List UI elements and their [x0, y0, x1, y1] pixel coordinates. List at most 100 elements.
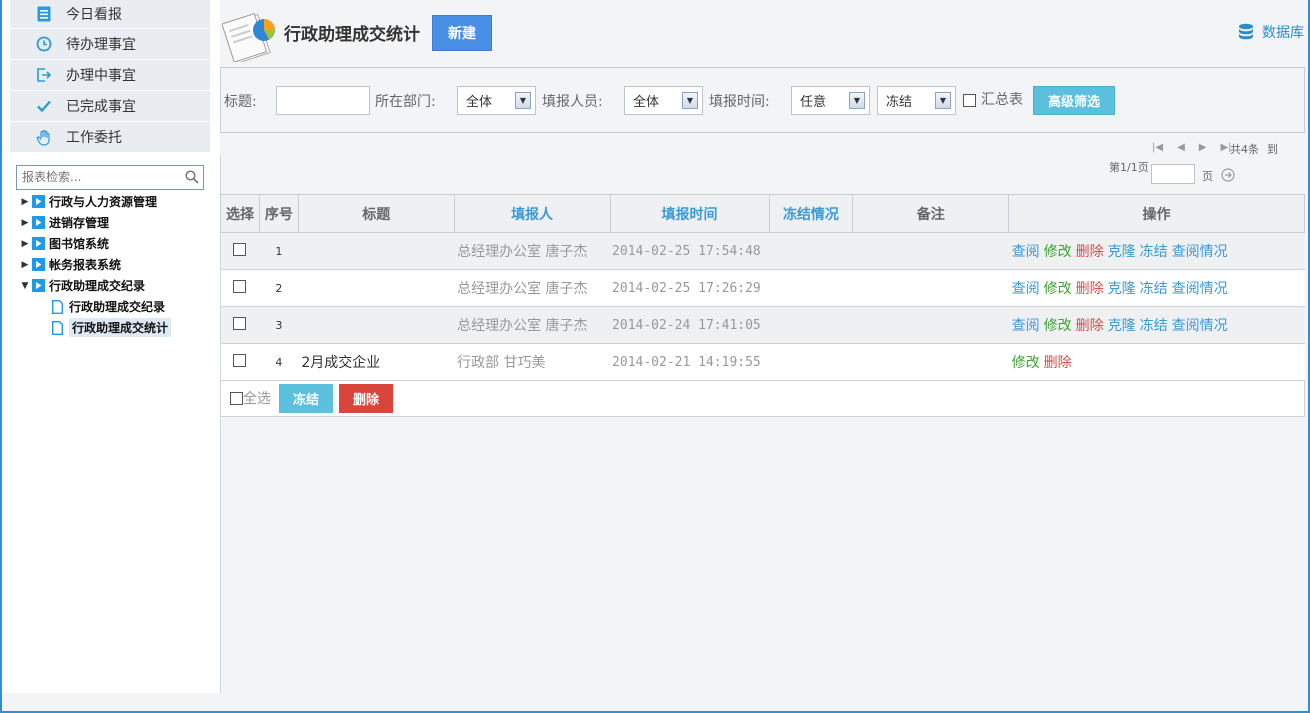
dept-select[interactable]: 全体 ▼	[457, 86, 536, 115]
dept-select-value: 全体	[466, 95, 493, 110]
hand-icon	[30, 129, 58, 146]
list-icon	[30, 6, 58, 22]
select-all[interactable]: 全选	[230, 388, 271, 408]
col-header-title: 标题	[297, 194, 455, 233]
freeze-select-value: 冻结	[886, 95, 913, 110]
clone-link[interactable]: 克隆	[1108, 281, 1136, 297]
row-checkbox[interactable]	[233, 353, 247, 367]
menu-item-label: 办理中事宜	[66, 68, 136, 84]
report-search-input[interactable]	[17, 166, 177, 188]
report-folder-icon	[32, 237, 45, 250]
edit-link[interactable]: 修改	[1012, 355, 1040, 371]
reporter-select[interactable]: 全体 ▼	[624, 86, 703, 115]
row-freeze	[769, 306, 853, 344]
time-select[interactable]: 任意 ▼	[791, 86, 870, 115]
bulk-freeze-button[interactable]: 冻结	[279, 384, 333, 413]
delete-link[interactable]: 删除	[1076, 318, 1104, 334]
row-checkbox[interactable]	[233, 279, 247, 293]
select-all-label: 全选	[243, 391, 271, 407]
col-header-time[interactable]: 填报时间	[609, 194, 770, 233]
row-time: 2014-02-25 17:26:29	[610, 269, 770, 307]
clone-link[interactable]: 克隆	[1108, 244, 1136, 260]
next-page-icon[interactable]: ▶	[1199, 142, 1207, 153]
row-checkbox[interactable]	[233, 242, 247, 256]
record-table: 选择 序号 标题 填报人 填报时间 冻结情况 备注 操作 1 总经理办公室 唐子…	[220, 194, 1305, 381]
col-header-freeze[interactable]: 冻结情况	[768, 194, 854, 233]
bulk-delete-button[interactable]: 删除	[339, 384, 393, 413]
menu-item-pending[interactable]: 待办理事宜	[10, 29, 210, 60]
title-filter-input[interactable]	[276, 86, 370, 115]
row-title[interactable]: 2月成交企业	[298, 343, 455, 381]
edit-link[interactable]: 修改	[1044, 318, 1072, 334]
first-page-icon[interactable]: |◀	[1152, 142, 1163, 153]
col-header-seq: 序号	[258, 194, 299, 233]
row-seq: 4	[259, 343, 299, 381]
freeze-link[interactable]: 冻结	[1140, 318, 1168, 334]
search-icon[interactable]	[185, 170, 199, 188]
row-reporter: 总经理办公室 唐子杰	[454, 306, 611, 344]
report-folder-icon	[32, 279, 45, 292]
row-actions: 查阅 修改 删除 克隆 冻结 查阅情况	[1008, 269, 1305, 307]
menu-item-completed[interactable]: 已完成事宜	[10, 91, 210, 122]
menu-item-today-report[interactable]: 今日看报	[10, 0, 210, 29]
summary-checkbox[interactable]	[963, 94, 976, 107]
tree-node-accounts[interactable]: ▶ 帐务报表系统	[18, 254, 218, 275]
summary-label: 汇总表	[981, 92, 1023, 108]
row-checkbox[interactable]	[233, 316, 247, 330]
tree-node-assistant-records[interactable]: ▼ 行政助理成交纪录	[18, 275, 218, 296]
tree-node-hr[interactable]: ▶ 行政与人力资源管理	[18, 191, 218, 212]
go-icon[interactable]	[1221, 168, 1235, 185]
report-folder-icon	[32, 195, 45, 208]
view-link[interactable]: 查阅	[1012, 318, 1040, 334]
tree-leaf-records[interactable]: 行政助理成交纪录	[18, 296, 218, 317]
delete-link[interactable]: 删除	[1076, 244, 1104, 260]
view-status-link[interactable]: 查阅情况	[1172, 281, 1228, 297]
goto-label: 到	[1267, 143, 1278, 156]
prev-page-icon[interactable]: ◀	[1177, 142, 1185, 153]
tree-leaf-statistics[interactable]: 行政助理成交统计	[18, 317, 218, 338]
select-all-checkbox[interactable]	[230, 391, 243, 405]
delete-link[interactable]: 删除	[1044, 355, 1072, 371]
freeze-select[interactable]: 冻结 ▼	[877, 86, 956, 115]
collapse-arrow-icon[interactable]: ▼	[18, 281, 32, 291]
advanced-filter-button[interactable]: 高级筛选	[1033, 86, 1115, 115]
row-reporter: 总经理办公室 唐子杰	[454, 232, 611, 270]
menu-item-delegation[interactable]: 工作委托	[10, 122, 210, 153]
view-status-link[interactable]: 查阅情况	[1172, 244, 1228, 260]
row-title[interactable]	[298, 269, 455, 307]
view-link[interactable]: 查阅	[1012, 244, 1040, 260]
report-tree: ▶ 行政与人力资源管理 ▶ 进销存管理 ▶ 图书馆系统 ▶ 帐务报表系统 ▼ 行…	[18, 191, 218, 338]
dept-filter-label: 所在部门:	[375, 94, 436, 110]
filter-panel: 标题: 所在部门: 全体 ▼ 填报人员: 全体 ▼ 填报时间: 任意 ▼ 冻结 …	[220, 67, 1305, 133]
menu-item-in-progress[interactable]: 办理中事宜	[10, 60, 210, 91]
database-link[interactable]: 数据库	[1238, 22, 1304, 42]
document-icon	[52, 299, 63, 314]
chevron-down-icon: ▼	[849, 92, 865, 109]
tree-node-inventory[interactable]: ▶ 进销存管理	[18, 212, 218, 233]
page-header: 行政助理成交统计 新建 数据库	[220, 0, 1308, 64]
edit-link[interactable]: 修改	[1044, 281, 1072, 297]
expand-arrow-icon[interactable]: ▶	[18, 239, 32, 249]
menu-item-label: 待办理事宜	[66, 37, 136, 53]
new-button[interactable]: 新建	[432, 15, 492, 51]
tree-node-label: 行政助理成交纪录	[49, 279, 146, 293]
tree-leaf-label: 行政助理成交统计	[69, 318, 172, 337]
view-status-link[interactable]: 查阅情况	[1172, 318, 1228, 334]
view-link[interactable]: 查阅	[1012, 281, 1040, 297]
clone-link[interactable]: 克隆	[1108, 318, 1136, 334]
tree-node-library[interactable]: ▶ 图书馆系统	[18, 233, 218, 254]
freeze-link[interactable]: 冻结	[1140, 244, 1168, 260]
expand-arrow-icon[interactable]: ▶	[18, 260, 32, 270]
row-title[interactable]	[298, 232, 455, 270]
freeze-link[interactable]: 冻结	[1140, 281, 1168, 297]
row-seq: 2	[259, 269, 299, 307]
edit-link[interactable]: 修改	[1044, 244, 1072, 260]
expand-arrow-icon[interactable]: ▶	[18, 218, 32, 228]
delete-link[interactable]: 删除	[1076, 281, 1104, 297]
row-title[interactable]	[298, 306, 455, 344]
page-number-input[interactable]	[1151, 164, 1195, 184]
row-reporter: 总经理办公室 唐子杰	[454, 269, 611, 307]
reporter-filter-label: 填报人员:	[542, 94, 603, 110]
expand-arrow-icon[interactable]: ▶	[18, 197, 32, 207]
col-header-reporter[interactable]: 填报人	[453, 194, 611, 233]
